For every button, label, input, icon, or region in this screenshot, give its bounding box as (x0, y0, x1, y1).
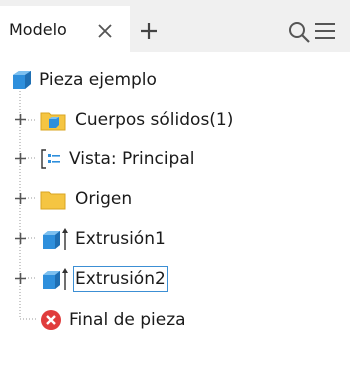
tree-item-label: Final de pieza (69, 310, 186, 330)
tree-root-label: Pieza ejemplo (39, 70, 157, 90)
tree-item-label: Origen (75, 189, 133, 209)
add-icon[interactable] (140, 22, 158, 40)
extrusion-icon (43, 268, 68, 290)
tree-item-label: Extrusión2 (73, 266, 168, 292)
tab-label: Modelo (9, 20, 67, 39)
search-icon[interactable] (288, 21, 310, 43)
end-of-part-icon (41, 310, 61, 330)
tree-item-label: Cuerpos sólidos(1) (75, 110, 234, 130)
tree-item-extrusion-2[interactable]: Extrusión2 (40, 263, 168, 295)
menu-icon[interactable] (314, 22, 336, 40)
extrusion-icon (43, 228, 68, 250)
tree-item-origin[interactable]: Origen (40, 183, 133, 215)
folder-icon (40, 191, 66, 210)
expand-icon[interactable] (15, 273, 26, 284)
tree-item-end-of-part[interactable]: Final de pieza (40, 304, 187, 336)
tree-root[interactable]: Pieza ejemplo (10, 64, 158, 96)
part-cube-icon (13, 71, 31, 89)
view-rep-icon (41, 149, 60, 169)
expand-icon[interactable] (15, 233, 26, 244)
expand-icon[interactable] (15, 153, 26, 164)
tree-item-view[interactable]: Vista: Principal (40, 143, 196, 175)
close-icon[interactable] (98, 24, 112, 38)
tab-modelo[interactable]: Modelo (0, 6, 130, 52)
tree-item-extrusion-1[interactable]: Extrusión1 (40, 223, 167, 255)
expand-icon[interactable] (15, 114, 26, 125)
tree-item-solid-bodies[interactable]: Cuerpos sólidos(1) (40, 104, 234, 136)
browser-header: Modelo (0, 0, 350, 52)
model-tree: Pieza ejemplo Cuerpos sólidos(1) Vista: … (0, 52, 350, 380)
tree-item-label: Vista: Principal (69, 149, 195, 169)
expand-icon[interactable] (15, 193, 26, 204)
tree-item-label: Extrusión1 (75, 229, 166, 249)
solid-bodies-folder-icon (40, 112, 66, 131)
model-browser-panel: Modelo Pieza ejemplo Cuerpos sólidos(1) … (0, 0, 350, 380)
